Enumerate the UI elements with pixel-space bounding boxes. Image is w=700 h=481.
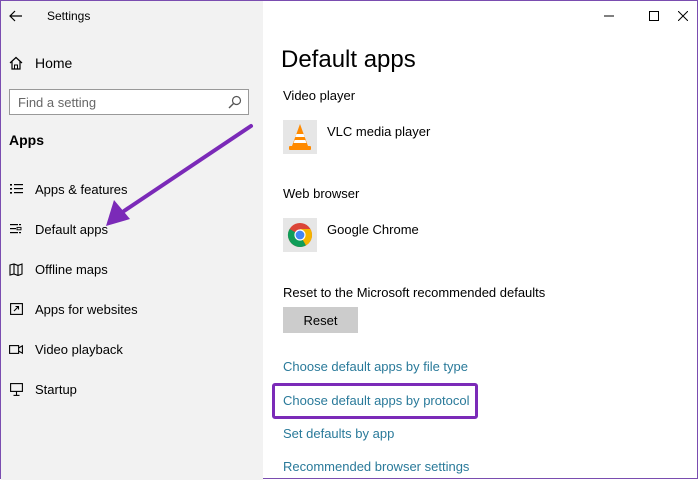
sidebar-item-offline-maps[interactable]: Offline maps xyxy=(7,257,108,281)
search-input[interactable] xyxy=(18,91,228,113)
video-player-label: Video player xyxy=(283,88,356,103)
link-default-apps-file-type[interactable]: Choose default apps by file type xyxy=(283,359,468,374)
video-icon xyxy=(9,344,23,354)
nav-home[interactable]: Home xyxy=(9,51,72,75)
title-bar: Settings xyxy=(1,1,699,31)
open-link-icon xyxy=(9,303,23,315)
settings-window: Settings Home Apps Apps & feature xyxy=(0,0,699,480)
sidebar-item-startup[interactable]: Startup xyxy=(7,377,77,401)
video-player-app-name: VLC media player xyxy=(327,123,431,139)
sidebar-item-apps-features[interactable]: Apps & features xyxy=(7,177,128,201)
reset-label: Reset to the Microsoft recommended defau… xyxy=(283,285,546,300)
chrome-app-icon xyxy=(283,218,317,252)
startup-icon xyxy=(9,382,23,396)
maximize-button[interactable] xyxy=(640,5,668,27)
home-icon xyxy=(9,56,23,70)
link-set-defaults-by-app[interactable]: Set defaults by app xyxy=(283,426,394,441)
sidebar-item-video-playback[interactable]: Video playback xyxy=(7,337,123,361)
web-browser-choice[interactable]: Google Chrome xyxy=(283,217,419,253)
sidebar-item-label: Apps & features xyxy=(35,181,128,197)
default-apps-icon xyxy=(10,224,22,234)
search-icon[interactable] xyxy=(228,95,242,109)
back-button[interactable] xyxy=(5,5,27,27)
sidebar-item-label: Video playback xyxy=(35,341,123,357)
vlc-app-icon xyxy=(283,120,317,154)
nav-home-label: Home xyxy=(35,55,73,71)
reset-button[interactable]: Reset xyxy=(283,307,358,333)
sidebar-item-label: Default apps xyxy=(35,221,108,237)
search-box xyxy=(9,89,249,115)
close-button[interactable] xyxy=(669,5,697,27)
video-player-choice[interactable]: VLC media player xyxy=(283,119,430,155)
sidebar-item-label: Apps for websites xyxy=(35,301,138,317)
sidebar-item-label: Startup xyxy=(35,381,77,397)
maximize-icon xyxy=(649,11,659,21)
section-heading-apps: Apps xyxy=(9,132,44,148)
sidebar-item-label: Offline maps xyxy=(35,261,108,277)
close-icon xyxy=(678,11,688,21)
back-arrow-icon xyxy=(9,10,22,22)
link-recommended-browser-settings[interactable]: Recommended browser settings xyxy=(283,459,469,474)
web-browser-app-name: Google Chrome xyxy=(327,221,419,237)
web-browser-label: Web browser xyxy=(283,186,360,201)
list-icon xyxy=(10,184,23,194)
annotation-highlight-box xyxy=(272,383,478,419)
sidebar-item-apps-websites[interactable]: Apps for websites xyxy=(7,297,138,321)
map-icon xyxy=(9,262,23,276)
sidebar-item-default-apps[interactable]: Default apps xyxy=(7,217,108,241)
minimize-icon xyxy=(604,15,614,17)
window-title: Settings xyxy=(47,9,91,23)
page-title: Default apps xyxy=(281,46,416,73)
minimize-button[interactable] xyxy=(595,5,623,27)
